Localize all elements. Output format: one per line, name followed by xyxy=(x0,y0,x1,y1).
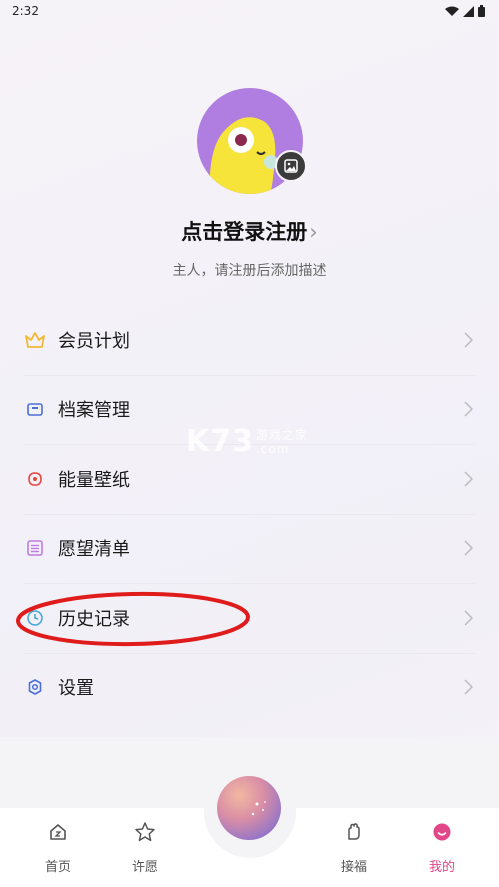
menu-label: 会员计划 xyxy=(58,330,130,352)
archive-box-icon xyxy=(24,398,46,420)
wifi-icon xyxy=(445,6,459,16)
profile-icon xyxy=(412,820,472,844)
chevron-right-icon xyxy=(464,332,473,348)
watermark-logo-text: K73 xyxy=(186,424,254,459)
tab-label: 接福 xyxy=(340,860,367,875)
tab-mine[interactable]: 我的 xyxy=(412,820,472,875)
hand-icon xyxy=(324,820,384,844)
login-register-link[interactable]: 点击登录注册› xyxy=(0,216,499,246)
watermark-subtext: 游戏之家 xyxy=(256,428,309,442)
tab-blessing[interactable]: 接福 xyxy=(324,820,384,875)
login-title-text: 点击登录注册 xyxy=(181,220,308,244)
chevron-right-icon xyxy=(464,610,473,626)
tab-home[interactable]: 首页 xyxy=(28,820,88,875)
wallpaper-icon xyxy=(24,468,46,490)
chevron-right-icon xyxy=(464,401,473,417)
battery-icon xyxy=(478,5,485,17)
tab-wish[interactable]: 许愿 xyxy=(115,820,175,875)
chevron-right-icon xyxy=(464,540,473,556)
center-action-button[interactable] xyxy=(217,776,281,840)
watermark-domain: .com xyxy=(256,442,290,456)
status-bar: 2:32 xyxy=(0,0,499,22)
menu-label: 设置 xyxy=(58,678,94,700)
tab-label: 许愿 xyxy=(131,860,158,875)
menu-label: 档案管理 xyxy=(58,400,130,422)
menu-list: 会员计划 档案管理 能量壁纸 愿望清单 历史记录 设置 xyxy=(0,305,499,722)
sparkle-icon xyxy=(251,801,266,816)
home-icon xyxy=(28,820,88,844)
crown-icon xyxy=(24,329,46,351)
star-icon xyxy=(115,820,175,844)
annotation-ellipse xyxy=(16,591,250,647)
signal-icon xyxy=(463,5,474,17)
avatar-container[interactable] xyxy=(197,88,307,194)
gear-icon xyxy=(24,676,46,698)
menu-label: 能量壁纸 xyxy=(58,469,130,491)
tab-label: 首页 xyxy=(44,860,71,875)
image-icon xyxy=(284,159,298,173)
site-watermark: K73 游戏之家 .com xyxy=(186,424,326,464)
menu-item-membership[interactable]: 会员计划 xyxy=(0,305,499,375)
chevron-right-icon xyxy=(464,471,473,487)
chevron-right-icon xyxy=(464,679,473,695)
chevron-right-icon: › xyxy=(309,220,318,244)
change-photo-button[interactable] xyxy=(275,150,307,182)
list-icon xyxy=(24,537,46,559)
menu-label: 愿望清单 xyxy=(58,539,130,561)
status-icons xyxy=(445,5,485,17)
profile-description: 主人，请注册后添加描述 xyxy=(172,263,327,279)
menu-item-wishlist[interactable]: 愿望清单 xyxy=(0,513,499,584)
menu-item-settings[interactable]: 设置 xyxy=(0,652,499,723)
status-time: 2:32 xyxy=(12,4,39,18)
tab-label: 我的 xyxy=(428,860,455,875)
